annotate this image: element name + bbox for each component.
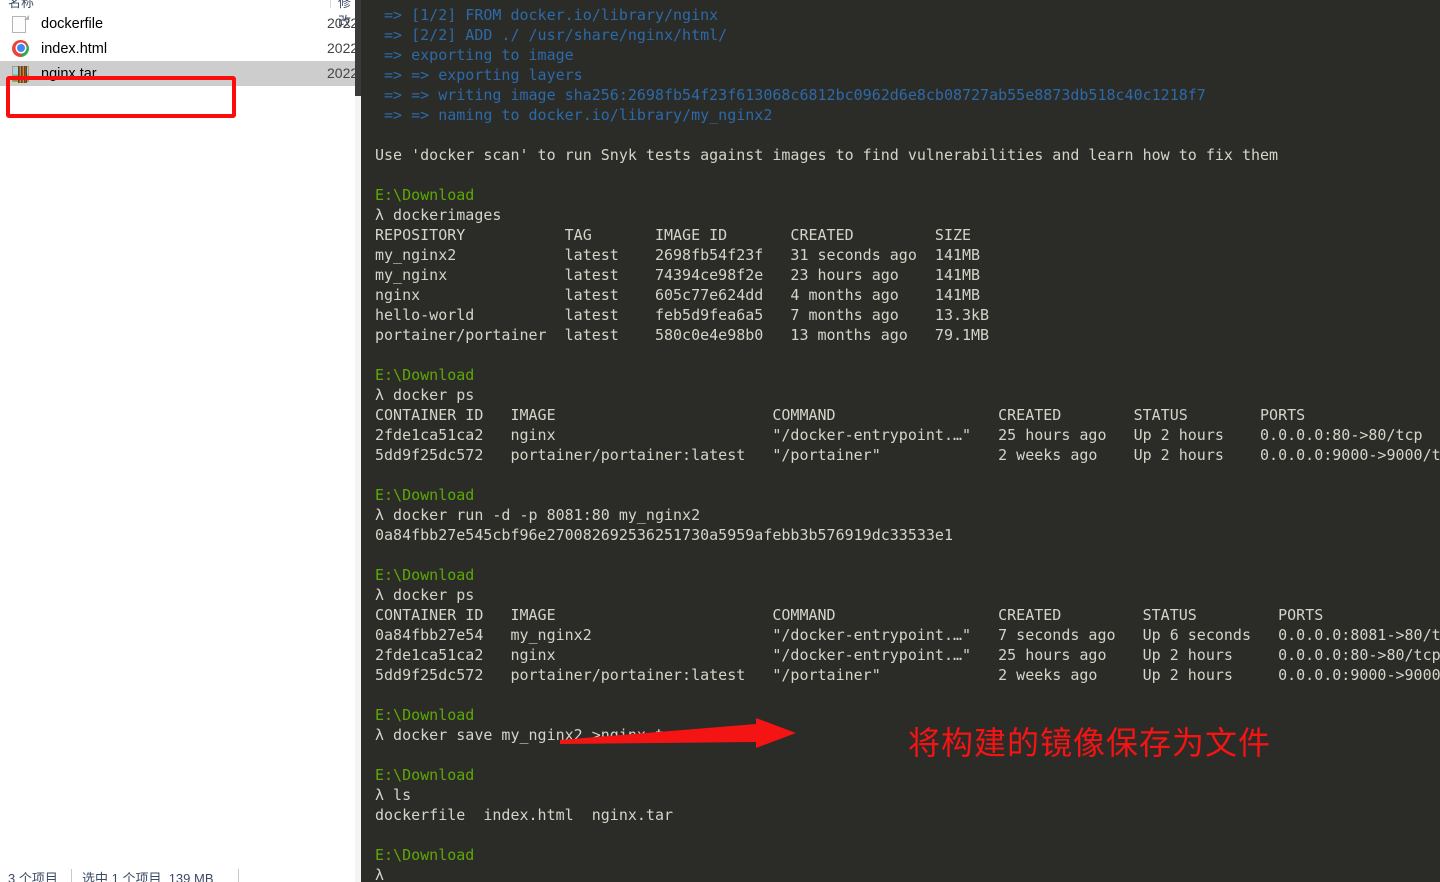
terminal-line: λ docker ps	[375, 586, 475, 604]
terminal-prompt-line: E:\Download	[375, 186, 475, 204]
terminal-line: => => exporting layers	[375, 66, 583, 84]
file-row[interactable]: dockerfile 2022	[0, 11, 361, 36]
file-modified-date: 2022	[327, 15, 359, 31]
file-modified-date: 2022	[327, 40, 359, 56]
terminal-line: portainer/portainer latest 580c0e4e98b0 …	[375, 326, 990, 344]
terminal-line: 0a84fbb27e54 my_nginx2 "/docker-entrypoi…	[375, 626, 1440, 644]
terminal-output[interactable]: => [1/2] FROM docker.io/library/nginx =>…	[361, 0, 1440, 882]
column-header-name[interactable]: 名称	[8, 0, 34, 11]
terminal-prompt-line: E:\Download	[375, 366, 475, 384]
terminal-prompt-line: E:\Download	[375, 766, 475, 784]
file-explorer-panel: 名称 修改 dockerfile 2022 index.html 2022 nginx.…	[0, 0, 361, 882]
terminal-prompt-line: E:\Download	[375, 846, 475, 864]
file-name-label: dockerfile	[41, 15, 104, 32]
document-icon	[12, 15, 29, 33]
terminal-line: nginx latest 605c77e624dd 4 months ago 1…	[375, 286, 981, 304]
terminal-line: 5dd9f25dc572 portainer/portainer:latest …	[375, 666, 1440, 684]
terminal-line: => => naming to docker.io/library/my_ngi…	[375, 106, 773, 124]
status-divider-2	[238, 869, 239, 882]
terminal-line: CONTAINER ID IMAGE COMMAND CREATED STATU…	[375, 606, 1324, 624]
chrome-icon-glyph	[12, 39, 29, 57]
file-modified-date: 2022	[327, 65, 359, 81]
file-list-header: 名称 修改	[0, 0, 361, 29]
status-selection-label: 选中 1 个项目	[82, 871, 162, 882]
annotation-callout-text: 将构建的镜像保存为文件	[908, 724, 1272, 762]
file-name-label: nginx.tar	[41, 65, 97, 82]
terminal-line: λ dockerimages	[375, 206, 502, 224]
terminal-line: my_nginx2 latest 2698fb54f23f 31 seconds…	[375, 246, 981, 264]
terminal-line: 2fde1ca51ca2 nginx "/docker-entrypoint.……	[375, 646, 1440, 664]
terminal-line: 0a84fbb27e545cbf96e270082692536251730a59…	[375, 526, 953, 544]
status-item-count: 3 个项目	[8, 871, 58, 882]
terminal-line: λ	[375, 866, 385, 882]
terminal-prompt-line: E:\Download	[375, 566, 475, 584]
screenshot-root: 名称 修改 dockerfile 2022 index.html 2022 nginx.…	[0, 0, 1440, 882]
chrome-icon	[12, 39, 29, 58]
file-row[interactable]: index.html 2022	[0, 36, 361, 61]
terminal-line: => exporting to image	[375, 46, 574, 64]
terminal-line: => [1/2] FROM docker.io/library/nginx	[375, 6, 719, 24]
terminal-prompt-line: E:\Download	[375, 486, 475, 504]
status-selection-size: 139 MB	[168, 871, 214, 882]
file-row[interactable]: nginx.tar 2022	[0, 61, 361, 86]
terminal-line: => [2/2] ADD ./ /usr/share/nginx/html/	[375, 26, 728, 44]
terminal-line: => => writing image sha256:2698fb54f23f6…	[375, 86, 1206, 104]
terminal-line: Use 'docker scan' to run Snyk tests agai…	[375, 146, 1279, 164]
status-divider-1	[71, 869, 72, 882]
terminal-line: 5dd9f25dc572 portainer/portainer:latest …	[375, 446, 1440, 464]
archive-icon-glyph	[12, 65, 29, 83]
archive-icon	[12, 65, 29, 83]
terminal-line: my_nginx latest 74394ce98f2e 23 hours ag…	[375, 266, 981, 284]
terminal-line: hello-world latest feb5d9fea6a5 7 months…	[375, 306, 990, 324]
explorer-status-bar: 3 个项目 选中 1 个项目 139 MB	[0, 868, 361, 882]
terminal-line: λ docker run -d -p 8081:80 my_nginx2	[375, 506, 701, 524]
terminal-line: λ ls	[375, 786, 412, 804]
terminal-line: CONTAINER ID IMAGE COMMAND CREATED STATU…	[375, 406, 1306, 424]
terminal-line: λ docker ps	[375, 386, 475, 404]
terminal-line: 2fde1ca51ca2 nginx "/docker-entrypoint.……	[375, 426, 1423, 444]
document-icon-glyph	[12, 15, 26, 33]
file-list: dockerfile 2022 index.html 2022 nginx.tar 202…	[0, 11, 361, 86]
status-selection: 选中 1 个项目 139 MB	[82, 868, 214, 882]
terminal-line: dockerfile index.html nginx.tar	[375, 806, 674, 824]
column-divider	[330, 0, 331, 8]
file-name-label: index.html	[41, 40, 108, 57]
terminal-line: REPOSITORY TAG IMAGE ID CREATED SIZE	[375, 226, 972, 244]
